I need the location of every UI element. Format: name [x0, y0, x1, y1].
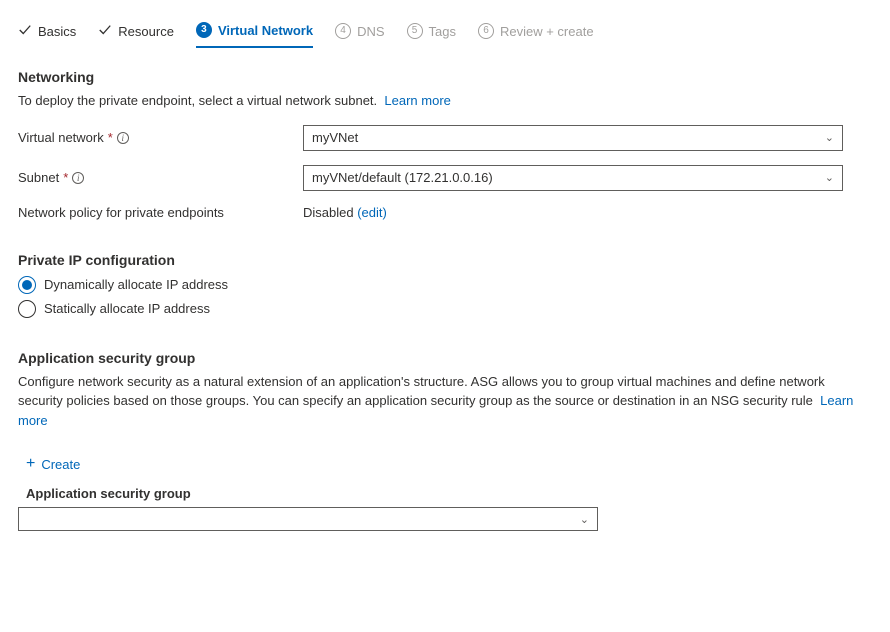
policy-value-text: Disabled — [303, 205, 354, 220]
check-icon — [98, 23, 112, 40]
radio-label: Dynamically allocate IP address — [44, 277, 228, 292]
required-asterisk: * — [108, 130, 113, 145]
ip-allocation-radio-group: Dynamically allocate IP address Statical… — [18, 276, 872, 318]
tab-label: Resource — [118, 24, 174, 39]
tab-basics[interactable]: Basics — [18, 17, 76, 48]
network-policy-row: Network policy for private endpoints Dis… — [18, 205, 872, 220]
edit-policy-link[interactable]: (edit) — [357, 205, 387, 220]
network-policy-label: Network policy for private endpoints — [18, 205, 303, 220]
asg-description-text: Configure network security as a natural … — [18, 374, 825, 409]
label-text: Subnet — [18, 170, 59, 185]
tab-label: DNS — [357, 24, 384, 39]
radio-static-ip[interactable]: Statically allocate IP address — [18, 300, 872, 318]
chevron-down-icon: ⌄ — [580, 513, 589, 526]
networking-description-text: To deploy the private endpoint, select a… — [18, 93, 377, 108]
virtual-network-select[interactable]: myVNet ⌄ — [303, 125, 843, 151]
virtual-network-row: Virtual network * i myVNet ⌄ — [18, 125, 872, 151]
radio-icon — [18, 276, 36, 294]
tab-label: Review + create — [500, 24, 594, 39]
chevron-down-icon: ⌄ — [825, 171, 834, 184]
radio-icon — [18, 300, 36, 318]
networking-learn-more-link[interactable]: Learn more — [384, 93, 450, 108]
asg-description: Configure network security as a natural … — [18, 372, 872, 431]
networking-heading: Networking — [18, 69, 872, 85]
step-number-icon: 5 — [407, 23, 423, 39]
network-policy-value: Disabled (edit) — [303, 205, 387, 220]
required-asterisk: * — [63, 170, 68, 185]
step-number-icon: 6 — [478, 23, 494, 39]
tab-resource[interactable]: Resource — [98, 17, 174, 48]
ip-config-heading: Private IP configuration — [18, 252, 872, 268]
create-asg-button[interactable]: + Create — [26, 456, 80, 472]
tab-review-create[interactable]: 6 Review + create — [478, 17, 594, 47]
tab-label: Tags — [429, 24, 456, 39]
select-value: myVNet/default (172.21.0.0.16) — [312, 170, 493, 185]
tab-tags[interactable]: 5 Tags — [407, 17, 456, 47]
subnet-label: Subnet * i — [18, 170, 303, 185]
subnet-row: Subnet * i myVNet/default (172.21.0.0.16… — [18, 165, 872, 191]
asg-heading: Application security group — [18, 350, 872, 366]
tab-dns[interactable]: 4 DNS — [335, 17, 384, 47]
tab-label: Virtual Network — [218, 23, 313, 38]
wizard-tabs: Basics Resource 3 Virtual Network 4 DNS … — [18, 16, 872, 49]
radio-label: Statically allocate IP address — [44, 301, 210, 316]
tab-virtual-network[interactable]: 3 Virtual Network — [196, 16, 313, 48]
plus-icon: + — [26, 456, 35, 472]
info-icon[interactable]: i — [72, 172, 84, 184]
step-number-icon: 3 — [196, 22, 212, 38]
networking-description: To deploy the private endpoint, select a… — [18, 91, 872, 111]
check-icon — [18, 23, 32, 40]
step-number-icon: 4 — [335, 23, 351, 39]
chevron-down-icon: ⌄ — [825, 131, 834, 144]
label-text: Virtual network — [18, 130, 104, 145]
select-value: myVNet — [312, 130, 358, 145]
info-icon[interactable]: i — [117, 132, 129, 144]
virtual-network-label: Virtual network * i — [18, 130, 303, 145]
create-label: Create — [41, 457, 80, 472]
radio-dynamic-ip[interactable]: Dynamically allocate IP address — [18, 276, 872, 294]
subnet-select[interactable]: myVNet/default (172.21.0.0.16) ⌄ — [303, 165, 843, 191]
tab-label: Basics — [38, 24, 76, 39]
asg-select[interactable]: ⌄ — [18, 507, 598, 531]
asg-field-label: Application security group — [26, 486, 872, 501]
